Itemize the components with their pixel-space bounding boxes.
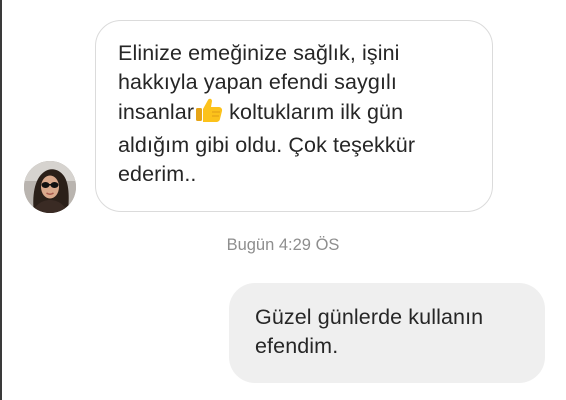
message-line: Elinize emeğinize sağlık, işini (118, 41, 400, 65)
message-line: efendim. (255, 334, 339, 358)
sender-avatar[interactable] (24, 161, 76, 213)
message-line: aldığım gibi oldu. Çok teşekkür (118, 133, 416, 157)
message-line-with-emoji: insanlar koltuklarım ilk gün (118, 97, 470, 131)
avatar-photo-icon (24, 161, 76, 213)
outgoing-message-bubble[interactable]: Güzel günlerde kullanın efendim. (229, 283, 545, 383)
message-text: koltuklarım ilk gün (229, 100, 404, 124)
message-line: hakkıyla yapan efendi saygılı (118, 70, 397, 94)
incoming-message-bubble[interactable]: Elinize emeğinize sağlık, işini hakkıyla… (95, 20, 493, 212)
message-line: ederim.. (118, 162, 197, 186)
message-text: insanlar (118, 100, 195, 124)
window-edge (0, 0, 2, 400)
message-timestamp: Bugün 4:29 ÖS (226, 236, 340, 254)
message-line: Güzel günlerde kullanın (255, 305, 484, 329)
thumbs-up-icon (195, 97, 223, 131)
